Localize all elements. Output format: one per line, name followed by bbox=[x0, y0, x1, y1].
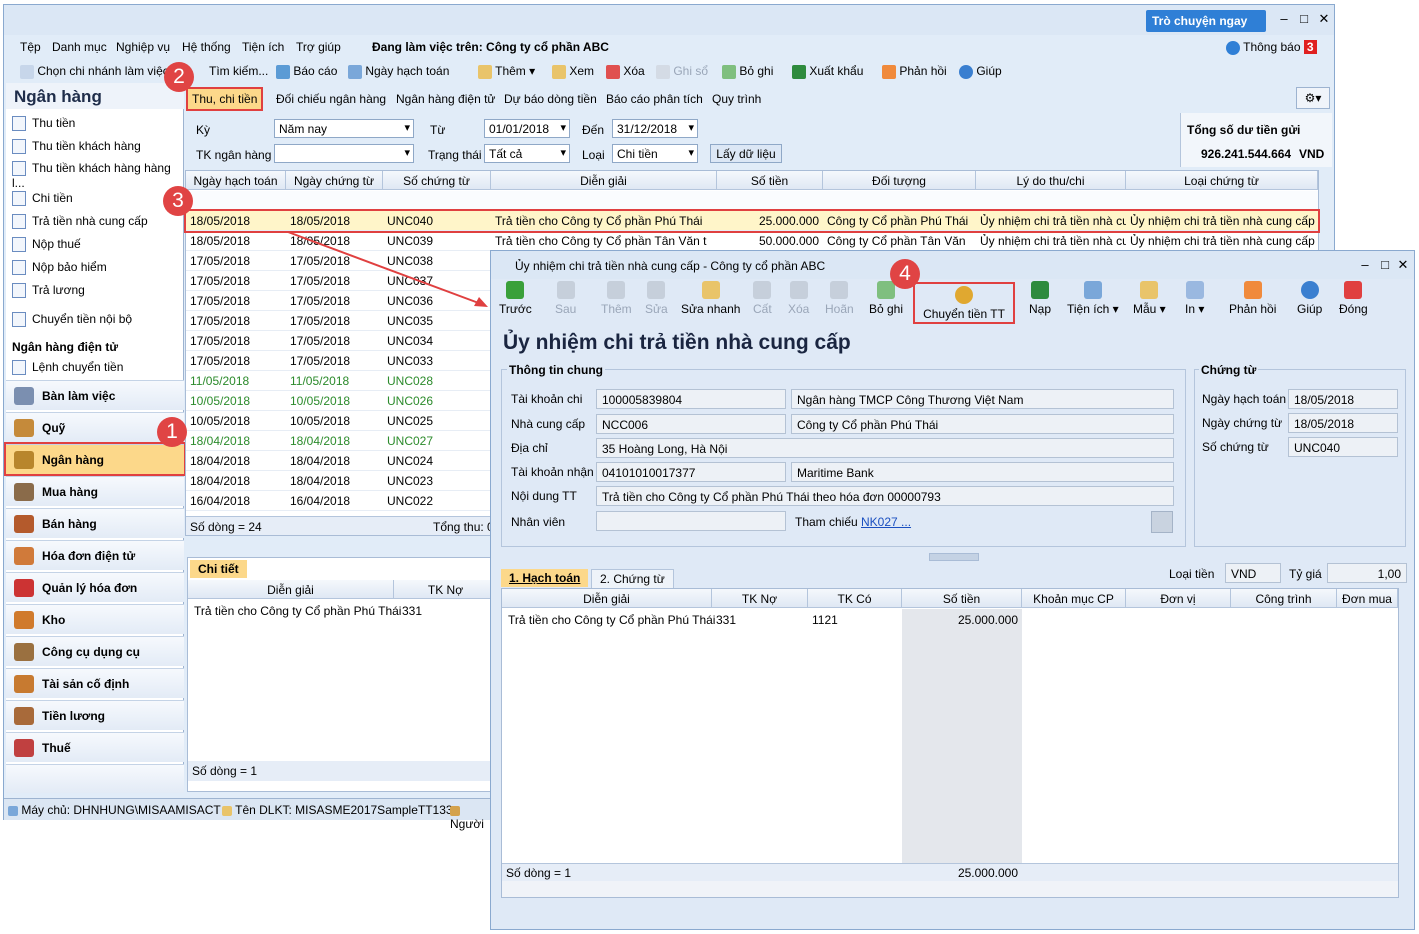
step-1-badge: 1 bbox=[157, 417, 187, 447]
step-2-badge: 2 bbox=[164, 62, 194, 92]
step-4-badge: 4 bbox=[890, 259, 920, 289]
annotation-layer bbox=[287, 231, 488, 307]
step-3-badge: 3 bbox=[163, 186, 193, 216]
annotation-arrow bbox=[287, 231, 485, 306]
